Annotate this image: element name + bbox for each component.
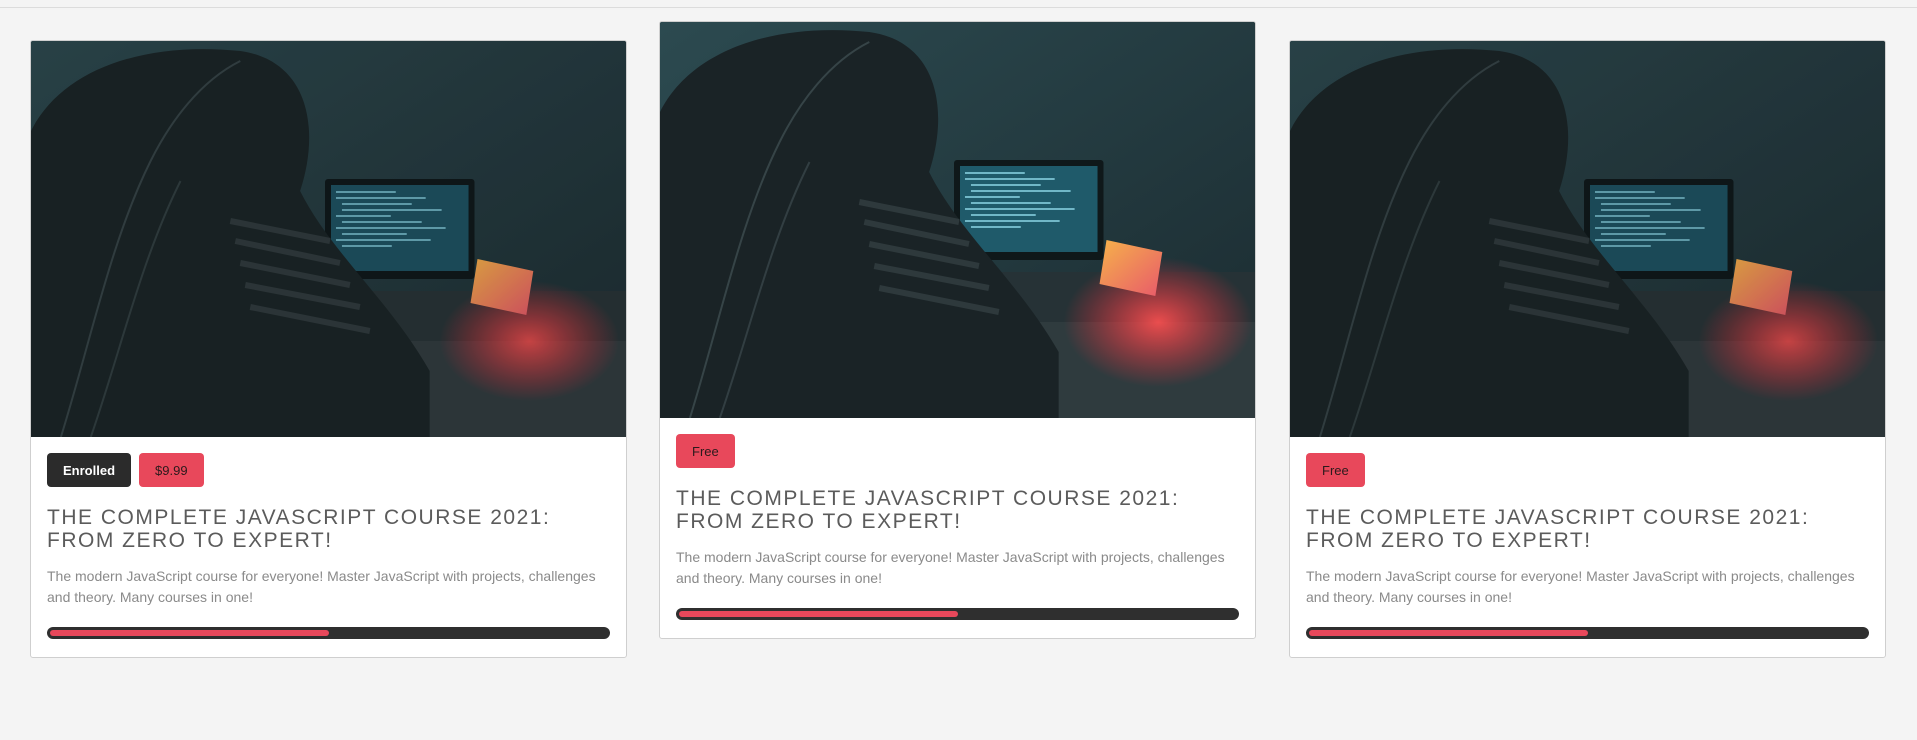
course-progress-fill [1309, 630, 1588, 636]
course-title[interactable]: THE COMPLETE JAVASCRIPT COURSE 2021: FRO… [676, 487, 1239, 533]
course-description-line: The modern JavaScript course for everyon… [1306, 568, 1855, 584]
course-progress-fill [679, 611, 958, 617]
course-description-line: The modern JavaScript course for everyon… [47, 568, 596, 584]
course-progress-bar [676, 608, 1239, 620]
course-title[interactable]: THE COMPLETE JAVASCRIPT COURSE 2021: FRO… [1306, 506, 1869, 552]
course-description: The modern JavaScript course for everyon… [676, 547, 1239, 589]
badge-row: Free [1306, 453, 1869, 487]
course-title-line: FROM ZERO TO EXPERT! [1306, 529, 1592, 552]
price-badge: Free [676, 434, 735, 468]
course-progress-bar [47, 627, 610, 639]
course-thumbnail [1290, 41, 1885, 437]
course-description-line: and theory. Many courses in one! [47, 589, 253, 605]
course-description-line: The modern JavaScript course for everyon… [676, 549, 1225, 565]
course-title-line: THE COMPLETE JAVASCRIPT COURSE 2021: [676, 487, 1180, 510]
enrolled-badge: Enrolled [47, 453, 132, 487]
top-divider [0, 7, 1917, 8]
course-title-line: FROM ZERO TO EXPERT! [676, 510, 962, 533]
badge-row: Enrolled $9.99 [47, 453, 610, 487]
course-card[interactable]: Enrolled $9.99 THE COMPLETE JAVASCRIPT C… [30, 40, 627, 658]
course-thumbnail [660, 22, 1255, 418]
course-title-line: FROM ZERO TO EXPERT! [47, 529, 333, 552]
course-description: The modern JavaScript course for everyon… [47, 566, 610, 608]
course-description-line: and theory. Many courses in one! [1306, 589, 1512, 605]
course-title-line: THE COMPLETE JAVASCRIPT COURSE 2021: [47, 506, 551, 529]
badge-row: Free [676, 434, 1239, 468]
price-badge: $9.99 [139, 453, 204, 487]
price-badge: Free [1306, 453, 1365, 487]
course-thumbnail [31, 41, 626, 437]
course-card[interactable]: Free THE COMPLETE JAVASCRIPT COURSE 2021… [659, 21, 1256, 639]
course-progress-bar [1306, 627, 1869, 639]
course-title[interactable]: THE COMPLETE JAVASCRIPT COURSE 2021: FRO… [47, 506, 610, 552]
course-progress-fill [50, 630, 329, 636]
course-card[interactable]: Free THE COMPLETE JAVASCRIPT COURSE 2021… [1289, 40, 1886, 658]
course-description: The modern JavaScript course for everyon… [1306, 566, 1869, 608]
course-title-line: THE COMPLETE JAVASCRIPT COURSE 2021: [1306, 506, 1810, 529]
course-description-line: and theory. Many courses in one! [676, 570, 882, 586]
